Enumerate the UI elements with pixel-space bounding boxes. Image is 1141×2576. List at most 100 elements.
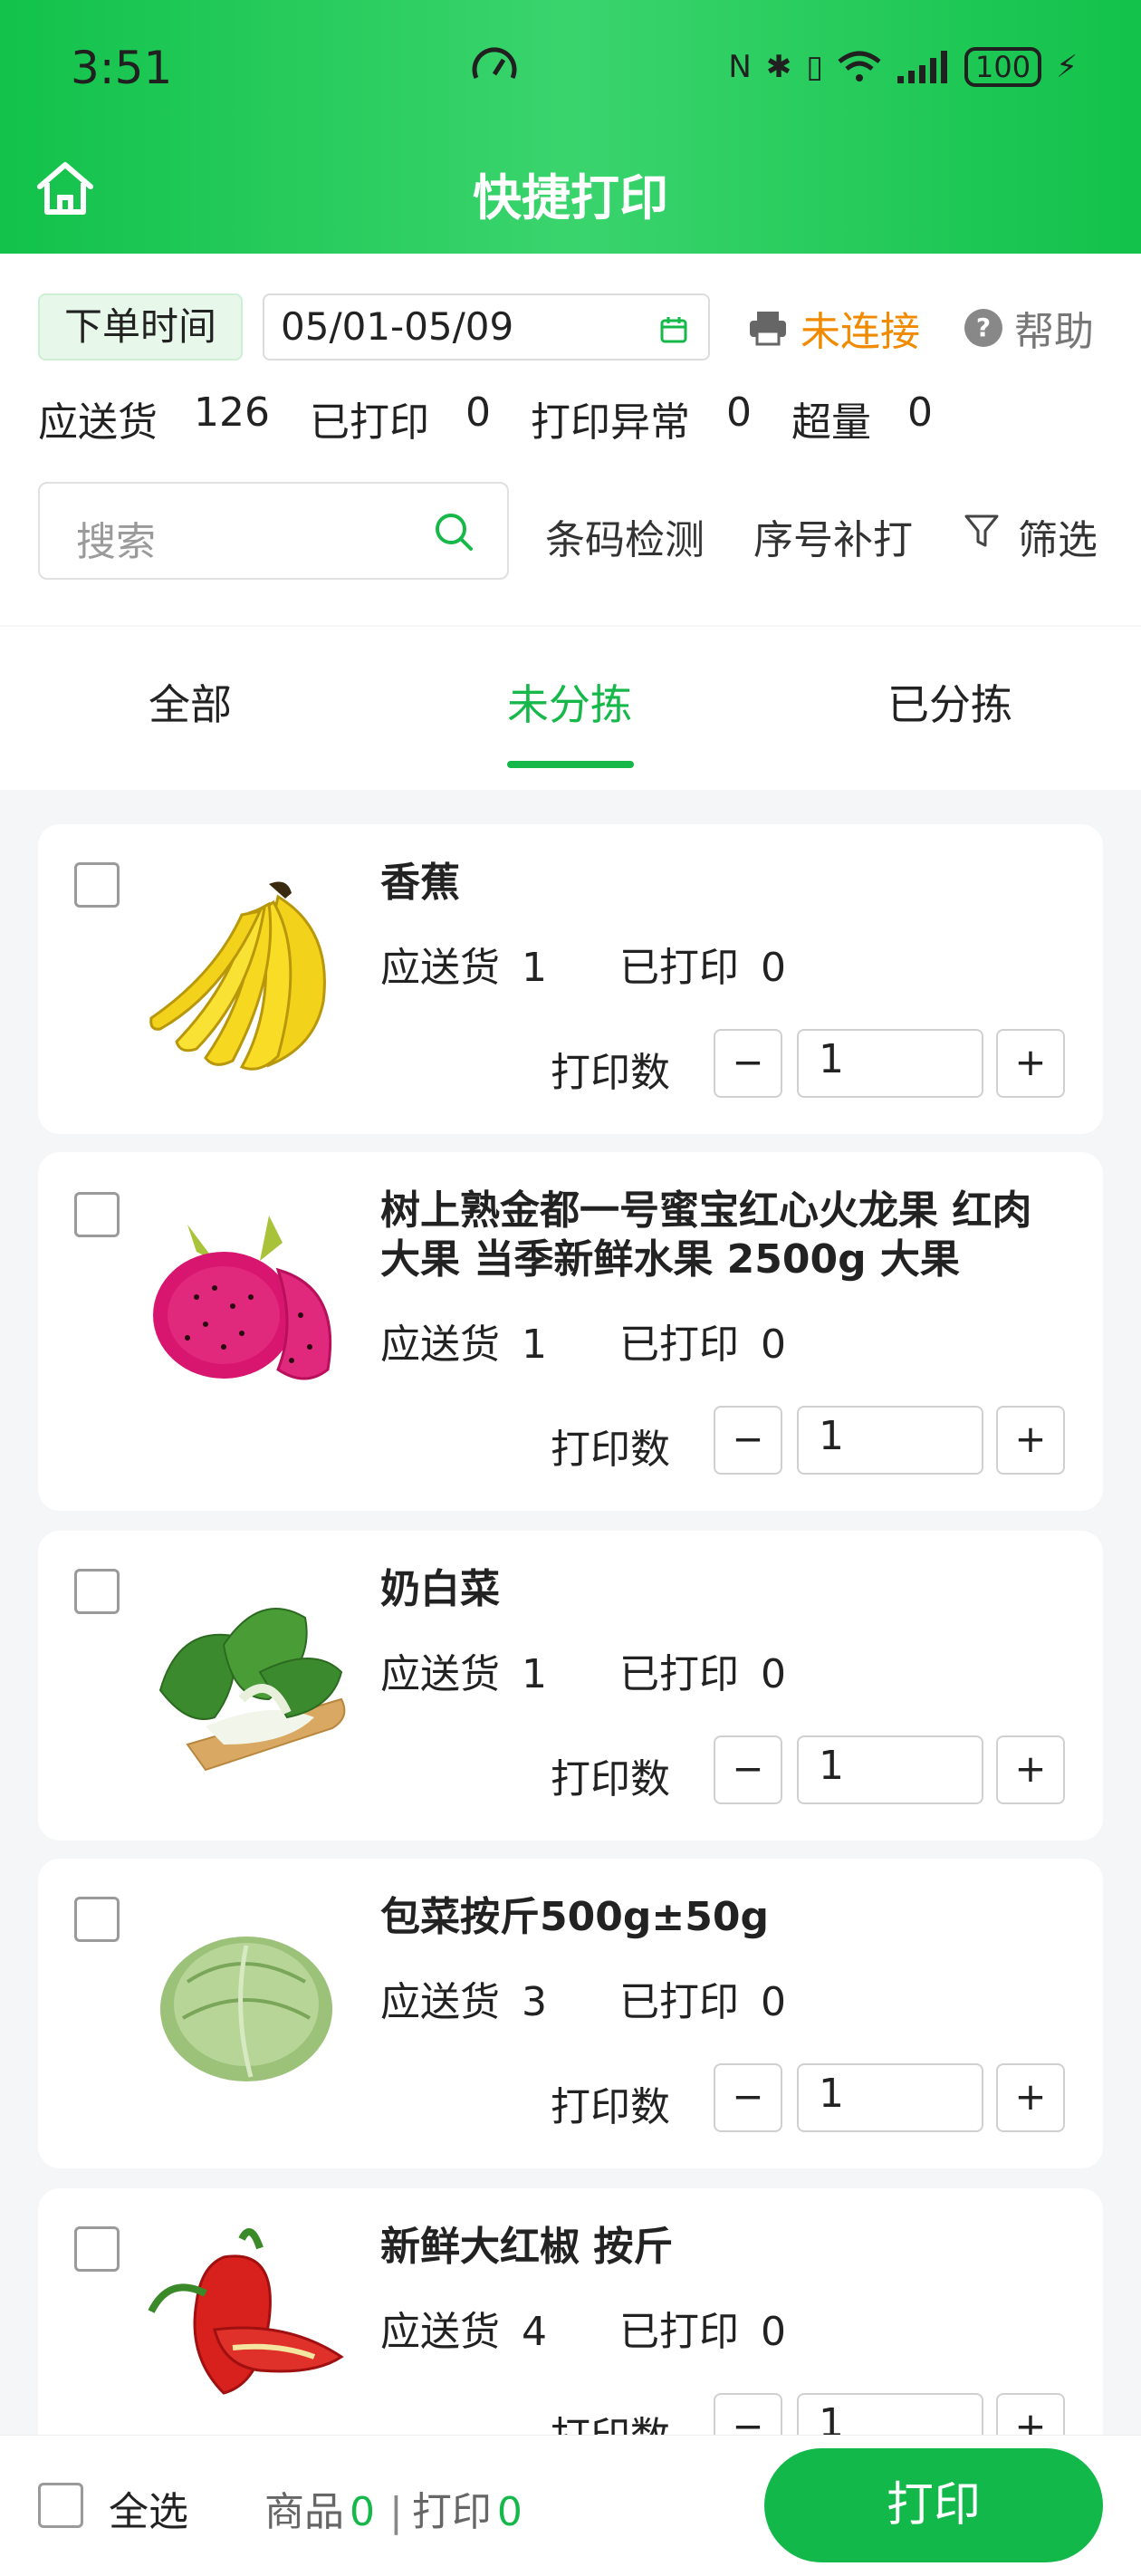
stat-deliver-label: 应送货	[38, 399, 158, 446]
print-qty-label: 打印数	[551, 1756, 670, 1802]
print-qty-input[interactable]: 1	[797, 2393, 983, 2435]
increment-button[interactable]: +	[996, 2393, 1065, 2435]
decrement-button[interactable]: −	[714, 2063, 782, 2132]
print-qty-input[interactable]: 1	[797, 1029, 983, 1098]
deliver-value: 1	[522, 945, 547, 991]
filter-button[interactable]: 筛选	[1018, 507, 1098, 565]
deliver-value: 1	[522, 1651, 547, 1697]
printed-value: 0	[761, 1979, 786, 2025]
help-button[interactable]: ? 帮助	[964, 299, 1094, 357]
charging-icon: ⚡	[1056, 49, 1078, 85]
bottom-action-bar: 全选 商品 0 | 打印 0 打印	[0, 2435, 1141, 2576]
search-icon[interactable]	[433, 511, 475, 553]
item-checkbox[interactable]	[74, 1569, 120, 1614]
select-all-checkbox[interactable]	[38, 2483, 83, 2528]
printed-value: 0	[761, 1322, 786, 1368]
decrement-button[interactable]: −	[714, 1406, 782, 1475]
item-checkbox[interactable]	[74, 1192, 120, 1237]
product-card: 香蕉 应送货 1 已打印 0 打印数 − 1 +	[38, 824, 1103, 1134]
product-name: 香蕉	[380, 860, 460, 906]
print-qty-label: 打印数	[551, 2084, 670, 2130]
print-qty-label: 打印数	[551, 2404, 670, 2435]
date-filter-label: 下单时间	[38, 293, 243, 360]
page-title: 快捷打印	[473, 169, 668, 226]
print-qty-input[interactable]: 1	[797, 1735, 983, 1804]
stat-printed-value: 0	[465, 389, 491, 436]
increment-button[interactable]: +	[996, 1406, 1065, 1475]
decrement-button[interactable]: −	[714, 2393, 782, 2435]
goods-count: 0	[350, 2489, 375, 2535]
cabbage-image	[160, 1937, 332, 2081]
speedometer-icon	[472, 47, 517, 80]
tab-bar: 全部 未分拣 已分拣	[0, 627, 1141, 790]
filter-icon[interactable]	[964, 513, 1000, 549]
print-qty-input[interactable]: 1	[797, 1406, 983, 1475]
decrement-button[interactable]: −	[714, 1029, 782, 1098]
print-qty-input[interactable]: 1	[797, 2063, 983, 2132]
decrement-button[interactable]: −	[714, 1735, 782, 1804]
svg-text:?: ?	[976, 312, 991, 342]
stat-excess-label: 超量	[791, 399, 871, 446]
printed-label: 已打印	[619, 1979, 739, 2025]
product-meta: 应送货 4 已打印 0	[380, 2299, 833, 2357]
tab-all[interactable]: 全部	[149, 672, 232, 732]
stat-deliver-value: 126	[194, 389, 270, 436]
product-name: 树上熟金都一号蜜宝红心火龙果 红肉大果 当季新鲜水果 2500g 大果	[380, 1187, 1032, 1283]
dragon-fruit-image	[153, 1216, 332, 1380]
printed-label: 已打印	[619, 945, 739, 991]
printed-label: 已打印	[619, 1651, 739, 1697]
tab-sorted[interactable]: 已分拣	[887, 672, 1012, 732]
printer-icon	[750, 312, 786, 346]
product-meta: 应送货 1 已打印 0	[380, 935, 833, 993]
summary-separator: |	[389, 2489, 403, 2535]
red-pepper-image	[148, 2228, 344, 2395]
print-count-label: 打印	[411, 2489, 492, 2535]
printer-status: 未连接	[801, 309, 920, 355]
printed-label: 已打印	[619, 1322, 739, 1368]
increment-button[interactable]: +	[996, 2063, 1065, 2132]
barcode-check-button[interactable]: 条码检测	[545, 507, 705, 565]
product-card: 包菜按斤500g±50g 应送货 3 已打印 0 打印数 − 1 +	[38, 1859, 1103, 2168]
deliver-label: 应送货	[380, 1322, 500, 1368]
increment-button[interactable]: +	[996, 1029, 1065, 1098]
stat-printed-label: 已打印	[309, 399, 429, 446]
stat-error-value: 0	[725, 389, 752, 436]
product-meta: 应送货 1 已打印 0	[380, 1312, 833, 1370]
status-bar: 3:51 N ✱ ▯ 100 ⚡	[0, 0, 1141, 136]
goods-label: 商品	[264, 2489, 344, 2535]
vibrate-icon: ▯	[806, 49, 824, 85]
product-card: 新鲜大红椒 按斤 应送货 4 已打印 0 打印数 − 1 +	[38, 2188, 1103, 2435]
serial-reprint-button[interactable]: 序号补打	[753, 507, 913, 565]
stat-excess-value: 0	[906, 389, 933, 436]
print-count: 0	[496, 2489, 523, 2535]
printer-connection-button[interactable]: 未连接	[748, 299, 920, 357]
item-checkbox[interactable]	[74, 1897, 120, 1942]
deliver-value: 1	[522, 1322, 547, 1368]
search-placeholder: 搜索	[76, 519, 156, 565]
deliver-value: 4	[522, 2309, 547, 2355]
date-range-picker[interactable]: 05/01-05/09	[263, 293, 710, 360]
product-meta: 应送货 3 已打印 0	[380, 1969, 833, 2027]
print-qty-label: 打印数	[551, 1050, 670, 1096]
filter-panel: 下单时间 05/01-05/09 未连接 ? 帮助 应送货 126 已打印 0 …	[0, 254, 1141, 625]
status-time: 3:51	[71, 42, 173, 94]
battery-indicator: 100	[964, 47, 1042, 87]
print-button[interactable]: 打印	[764, 2448, 1103, 2562]
status-icons: N ✱ ▯ 100 ⚡	[728, 47, 1078, 87]
item-checkbox[interactable]	[74, 2226, 120, 2272]
search-input[interactable]: 搜索	[38, 482, 509, 580]
bluetooth-icon: ✱	[765, 49, 792, 85]
deliver-value: 3	[522, 1979, 547, 2025]
wifi-icon	[838, 51, 881, 82]
product-list[interactable]: 香蕉 应送货 1 已打印 0 打印数 − 1 + 树上熟金都一号蜜宝红心火龙果 红肉大…	[0, 790, 1141, 2435]
item-checkbox[interactable]	[74, 862, 120, 908]
increment-button[interactable]: +	[996, 1735, 1065, 1804]
selection-summary: 商品 0 | 打印 0	[264, 2479, 528, 2537]
printed-value: 0	[761, 2309, 786, 2355]
date-range-value: 05/01-05/09	[281, 304, 514, 349]
select-all-label[interactable]: 全选	[109, 2479, 188, 2537]
product-name: 新鲜大红椒 按斤	[380, 2224, 674, 2270]
print-qty-label: 打印数	[551, 1427, 670, 1473]
calendar-icon	[660, 317, 687, 343]
tab-unsorted[interactable]: 未分拣	[507, 672, 632, 732]
